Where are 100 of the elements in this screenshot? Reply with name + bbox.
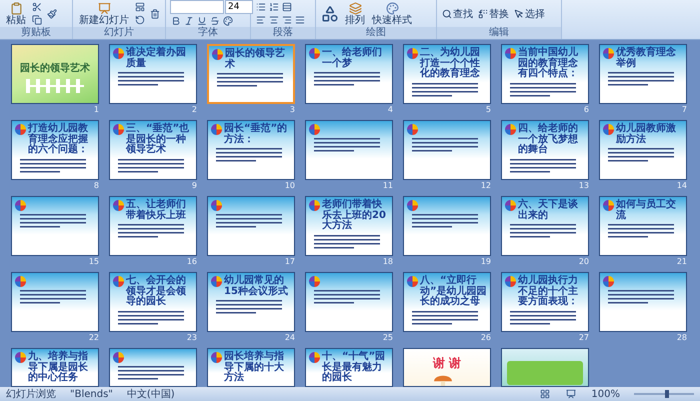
slide-title: 园长培养与指导下属的十大方法 (224, 352, 285, 384)
shapes-icon[interactable] (320, 4, 340, 24)
copy-icon[interactable] (31, 14, 43, 26)
slide-thumbnail[interactable] (109, 348, 197, 387)
font-size-field[interactable]: 24 (225, 0, 253, 14)
slide-title: 幼儿园常见的15种会议形式 (224, 276, 289, 297)
numbered-list-icon[interactable] (268, 1, 280, 13)
slide-thumbnail[interactable]: 园长的领导艺术 (207, 44, 295, 104)
slide-thumbnail[interactable]: 优秀教育理念举例 (599, 44, 687, 104)
layers-icon (348, 2, 362, 14)
pointer-icon (514, 8, 524, 18)
new-slide-button[interactable]: 新建幻灯片 (77, 2, 131, 26)
font-name-field[interactable] (170, 0, 224, 14)
slide-thumbnail[interactable] (599, 272, 687, 332)
slide-thumbnail[interactable]: 一、给老师们一个梦 (305, 44, 393, 104)
slideshow-icon[interactable] (565, 388, 578, 400)
slide-thumbnail[interactable]: 八、“立即行动”是幼儿园园长的成功之母 (403, 272, 491, 332)
pinwheel-logo-icon (113, 276, 124, 287)
slide-number: 7 (680, 104, 687, 116)
pinwheel-logo-icon (15, 276, 26, 287)
slide-title: 六、天下是谈出来的 (518, 200, 579, 221)
font-color-icon[interactable] (222, 15, 234, 27)
slide-thumbnail[interactable] (305, 120, 393, 180)
arrange-button[interactable]: 排列 (343, 2, 367, 26)
slide-title: 一、给老师们一个梦 (322, 48, 383, 69)
slide-thumbnail[interactable] (305, 272, 393, 332)
layout-icon[interactable] (134, 1, 146, 13)
slide-number: 19 (480, 256, 491, 268)
slide-thumbnail[interactable] (11, 196, 99, 256)
clipboard-icon (10, 2, 22, 14)
slide-icon (98, 2, 110, 14)
slide-title: 十、“十气”园长是最有魅力的园长 (322, 352, 386, 384)
paste-button[interactable]: 粘贴 (4, 2, 28, 26)
zoom-level: 100% (591, 388, 620, 400)
slide-title: 老师们带着快乐去上班的20大方法 (322, 200, 387, 232)
slide-thumbnail[interactable]: 七、会开会的领导才是会领导的园长 (109, 272, 197, 332)
slide-title: 当前中国幼儿园的教育理念有四个特点： (518, 48, 579, 80)
slide-thumbnail[interactable]: 如何与员工交流 (599, 196, 687, 256)
pinwheel-logo-icon (505, 48, 516, 59)
replace-button[interactable]: 替换 (477, 6, 510, 20)
pinwheel-logo-icon (407, 276, 418, 287)
search-icon (442, 8, 452, 18)
align-right-icon[interactable] (281, 14, 293, 26)
line-spacing-icon[interactable] (281, 1, 293, 13)
cut-icon[interactable] (31, 1, 43, 13)
slide-thumbnail[interactable]: 老师们带着快乐去上班的20大方法 (305, 196, 393, 256)
pinwheel-logo-icon (113, 200, 124, 211)
italic-icon[interactable] (183, 15, 195, 27)
strikethrough-icon[interactable] (209, 15, 221, 27)
slide-sorter-view-icon[interactable] (539, 388, 552, 400)
bold-icon[interactable] (170, 15, 182, 27)
align-left-icon[interactable] (255, 14, 267, 26)
slide-thumbnail[interactable] (11, 272, 99, 332)
slide-number: 22 (88, 332, 99, 344)
find-button[interactable]: 查找 (441, 6, 474, 20)
delete-icon[interactable] (149, 8, 161, 20)
format-painter-icon[interactable] (46, 8, 58, 20)
slide-thumbnail[interactable]: 幼儿园教师激励方法 (599, 120, 687, 180)
slide-thumbnail[interactable]: 九、培养与指导下属是园长的中心任务 (11, 348, 99, 387)
slide-number: 3 (288, 104, 295, 116)
slide-thumbnail[interactable]: 二、为幼儿园打造一个个性化的教育理念 (403, 44, 491, 104)
pinwheel-logo-icon (407, 200, 418, 211)
quick-styles-button[interactable]: 快速样式 (370, 2, 414, 26)
slide-thumbnail[interactable]: 园长“垂范”的方法： (207, 120, 295, 180)
slide-title: 四、给老师的一个放飞梦想的舞台 (518, 124, 579, 156)
slide-thumbnail[interactable]: 六、天下是谈出来的 (501, 196, 589, 256)
select-button[interactable]: 选择 (513, 6, 546, 20)
pinwheel-logo-icon (211, 200, 222, 211)
pinwheel-logo-icon (15, 200, 26, 211)
pinwheel-logo-icon (505, 276, 516, 287)
slide-number: 2 (190, 104, 197, 116)
zoom-slider-thumb[interactable] (665, 390, 669, 398)
slide-thumbnail[interactable]: 谢 谢 (403, 348, 491, 387)
slide-number: 4 (386, 104, 393, 116)
slide-title: 打造幼儿园教育理念应把握的六个问题： (28, 124, 89, 156)
slide-title: 谁决定着办园质量 (126, 48, 187, 69)
slide-thumbnail[interactable]: 幼儿园执行力不足的十个主要方面表现： (501, 272, 589, 332)
slide-thumbnail[interactable]: 幼儿园常见的15种会议形式 (207, 272, 295, 332)
slide-thumbnail[interactable]: 三、“垂范”也是园长的一种领导艺术 (109, 120, 197, 180)
slide-thumbnail[interactable] (207, 196, 295, 256)
slide-title: 幼儿园教师激励方法 (616, 124, 677, 145)
align-center-icon[interactable] (268, 14, 280, 26)
pinwheel-logo-icon (309, 124, 320, 135)
slide-thumbnail[interactable]: 十、“十气”园长是最有魅力的园长 (305, 348, 393, 387)
slide-thumbnail[interactable]: 五、让老师们带着快乐上班 (109, 196, 197, 256)
slide-thumbnail[interactable] (403, 196, 491, 256)
pinwheel-logo-icon (309, 352, 320, 363)
slide-number: 23 (186, 332, 197, 344)
underline-icon[interactable] (196, 15, 208, 27)
slide-thumbnail[interactable] (403, 120, 491, 180)
slide-thumbnail[interactable] (501, 348, 589, 387)
slide-thumbnail[interactable]: 园长的领导艺术 (11, 44, 99, 104)
reset-icon[interactable] (134, 14, 146, 26)
ribbon-group-label: 字体 (166, 27, 250, 39)
slide-thumbnail[interactable]: 四、给老师的一个放飞梦想的舞台 (501, 120, 589, 180)
slide-thumbnail[interactable]: 园长培养与指导下属的十大方法 (207, 348, 295, 387)
slide-thumbnail[interactable]: 当前中国幼儿园的教育理念有四个特点： (501, 44, 589, 104)
slide-thumbnail[interactable]: 谁决定着办园质量 (109, 44, 197, 104)
slide-thumbnail[interactable]: 打造幼儿园教育理念应把握的六个问题： (11, 120, 99, 180)
justify-icon[interactable] (294, 14, 306, 26)
